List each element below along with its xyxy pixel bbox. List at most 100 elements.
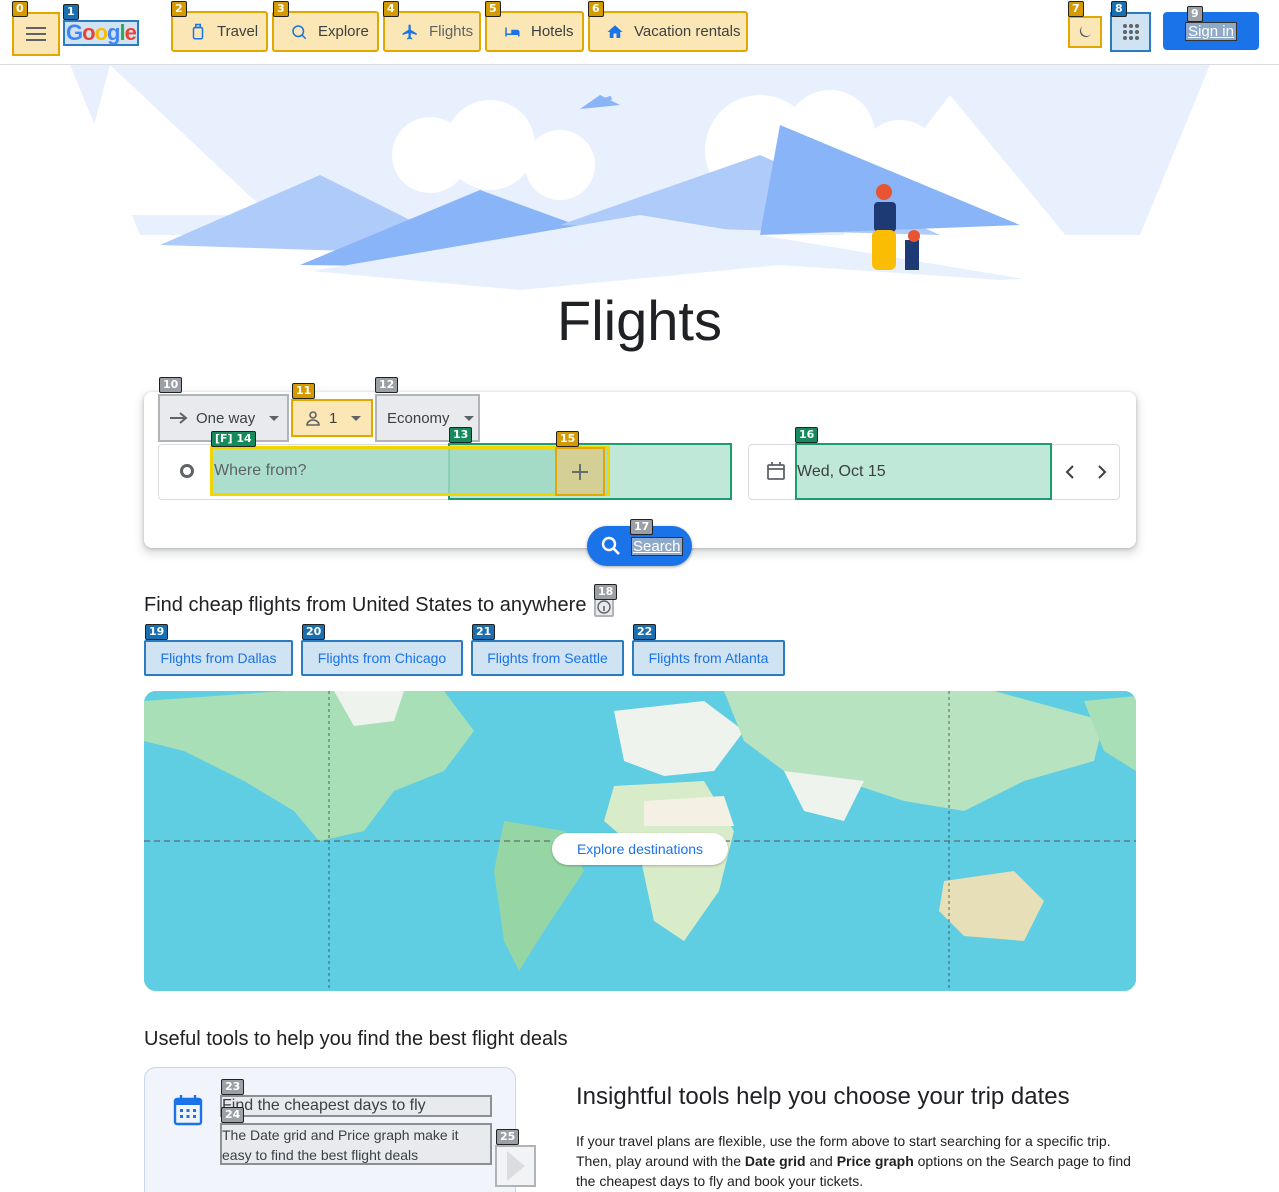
chip-flights-from-dallas[interactable]: Flights from Dallas [144,640,293,676]
overlay-mark: 21 [472,624,496,640]
tool-card-description: The Date grid and Price graph make it ea… [220,1123,492,1165]
overlay-mark: 22 [633,624,657,640]
insight-text: and [805,1153,837,1169]
departure-date-input[interactable]: Wed, Oct 15 [795,443,1052,500]
dropdown-arrow-icon [463,415,474,421]
tab-label: Flights [429,23,474,40]
dropdown-arrow-icon [351,415,362,421]
plus-icon [572,463,588,480]
overlay-mark: 1 [63,4,79,20]
tab-label: Vacation rentals [634,23,741,40]
insight-heading: Insightful tools help you choose your tr… [576,1083,1070,1110]
cheap-flights-heading: Find cheap flights from United States to… [144,594,587,616]
calendar-icon [767,462,785,480]
overlay-mark: 18 [594,584,618,600]
passengers-select[interactable]: 1 [291,399,373,437]
tab-vacation-rentals[interactable]: Vacation rentals [588,11,748,52]
chevron-right-icon [506,1151,525,1181]
overlay-mark: 12 [375,377,399,393]
page-title: Flights [557,289,722,352]
trip-type-value: One way [196,409,256,427]
overlay-mark: 6 [588,1,604,17]
house-icon [607,24,623,38]
tab-explore[interactable]: Explore [272,11,379,52]
overlay-mark: 13 [449,427,473,443]
overlay-mark: 7 [1068,1,1084,17]
chip-flights-from-chicago[interactable]: Flights from Chicago [301,640,463,676]
previous-date-button[interactable] [1056,456,1084,488]
arrow-right-icon [170,412,188,424]
origin-input[interactable]: Where from? [210,446,610,496]
overlay-mark: 19 [145,624,169,640]
chip-label: Flights from Dallas [160,650,277,666]
chip-label: Flights from Atlanta [648,650,769,666]
departure-date-value: Wed, Oct 15 [797,462,886,480]
chevron-left-icon [1065,465,1074,479]
overlay-mark: 9 [1187,6,1203,22]
tab-travel[interactable]: Travel [171,11,268,52]
chip-label: Flights from Chicago [317,650,447,666]
sign-in-button[interactable]: Sign in [1163,12,1259,50]
apps-button[interactable] [1110,12,1151,52]
chevron-right-icon [1098,465,1107,479]
origin-placeholder: Where from? [214,462,307,479]
chip-label: Flights from Seattle [487,650,608,666]
chip-flights-from-seattle[interactable]: Flights from Seattle [471,640,624,676]
tools-heading: Useful tools to help you find the best f… [144,1028,568,1050]
bed-icon [505,27,520,36]
overlay-mark: [F] 14 [211,431,256,447]
hamburger-icon [26,27,46,41]
dark-mode-button[interactable] [1068,16,1102,48]
overlay-mark: 15 [556,431,580,447]
overlay-mark: 0 [12,1,28,17]
top-bar: Google Travel Explore Flights Hotels Vac… [0,0,1279,65]
passengers-value: 1 [329,409,338,427]
overlay-mark: 2 [171,1,187,17]
explore-icon [292,24,307,39]
chip-flights-from-atlanta[interactable]: Flights from Atlanta [632,640,785,676]
person-icon [306,411,320,426]
origin-circle-icon [180,464,194,478]
luggage-icon [192,23,204,39]
overlay-mark: 24 [221,1107,245,1123]
tab-flights[interactable]: Flights [383,11,481,52]
overlay-mark: 5 [485,1,501,17]
info-icon [597,599,611,614]
overlay-mark: 8 [1111,1,1127,17]
next-date-button[interactable] [1088,456,1116,488]
overlay-mark: 20 [302,624,326,640]
google-logo[interactable]: Google [63,20,139,46]
explore-destinations-label: Explore destinations [576,841,704,857]
mountain-scene-image [0,65,1279,300]
main-menu-button[interactable] [12,12,60,56]
tab-hotels[interactable]: Hotels [485,11,584,52]
add-origin-button[interactable] [555,447,605,496]
tab-label: Explore [318,23,369,40]
overlay-mark: 23 [221,1079,245,1095]
overlay-mark: 10 [159,377,183,393]
cabin-class-value: Economy [387,409,450,427]
moon-icon [1079,26,1091,38]
plane-icon [402,24,417,39]
search-icon [601,536,620,555]
tab-label: Travel [217,23,259,40]
overlay-mark: 3 [273,1,289,17]
tool-card-next-button[interactable] [495,1145,536,1187]
hero-illustration [0,65,1279,300]
insight-bold: Price graph [836,1153,914,1169]
overlay-mark: 25 [496,1129,520,1145]
search-label: Search [631,536,683,556]
dropdown-arrow-icon [269,415,280,421]
calendar-icon [173,1095,203,1126]
tab-label: Hotels [531,23,574,40]
insight-paragraph: If your travel plans are flexible, use t… [576,1131,1146,1191]
overlay-mark: 4 [383,1,399,17]
overlay-mark: 17 [630,519,654,535]
explore-destinations-button[interactable]: Explore destinations [552,833,728,865]
overlay-mark: 16 [795,427,819,443]
apps-grid-icon [1122,24,1139,40]
insight-bold: Date grid [744,1153,806,1169]
tool-card-title: Find the cheapest days to fly [220,1095,492,1117]
sign-in-label: Sign in [1185,21,1237,41]
overlay-mark: 11 [292,383,316,399]
